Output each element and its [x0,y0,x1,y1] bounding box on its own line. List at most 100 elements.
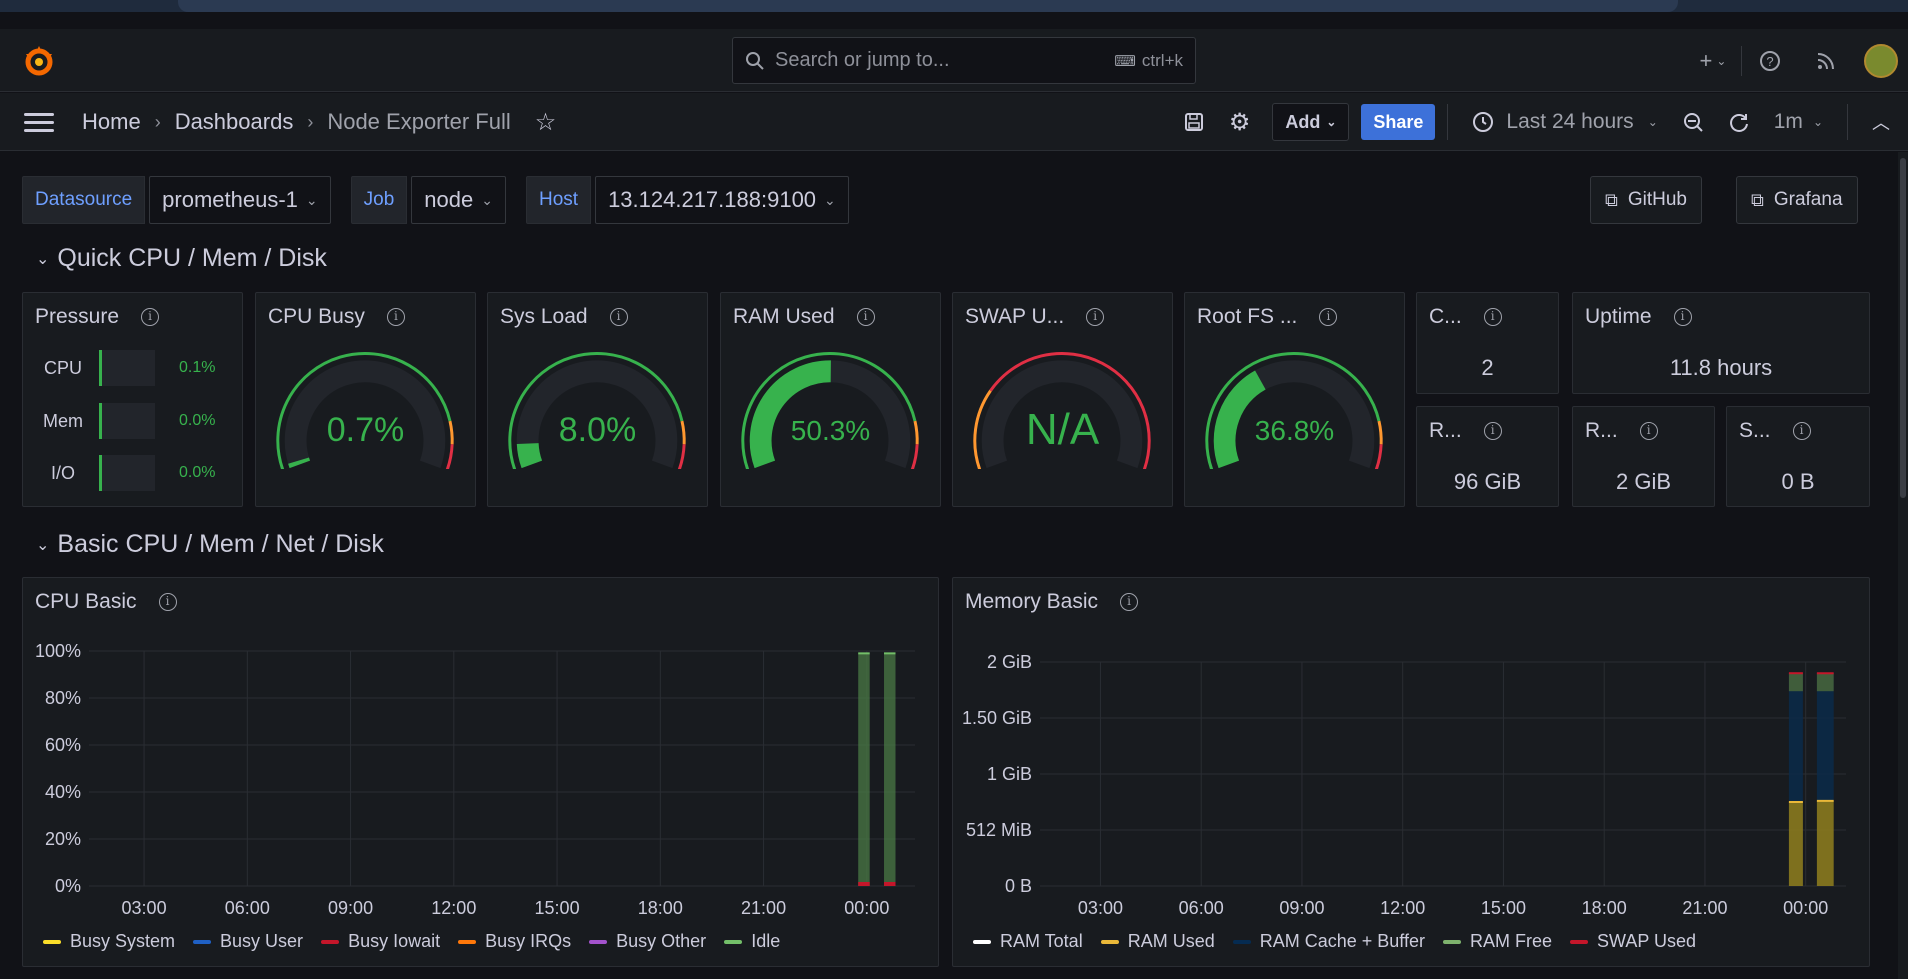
legend-item[interactable]: Busy System [43,931,175,952]
menu-toggle-icon[interactable] [24,113,54,133]
panel-title: R... i [1429,419,1502,443]
search-icon [746,51,764,70]
panel-memory-basic[interactable]: Memory Basic i 2 GiB 1.50 GiB 1 GiB 512 MiB 0… [952,577,1870,967]
row-header-quick[interactable]: ⌄ Quick CPU / Mem / Disk [36,244,327,273]
y-tick-label: 80% [45,688,81,708]
dashboard-content: Datasource prometheus-1 ⌄ Job node ⌄ Host … [0,152,1908,979]
x-tick-label: 00:00 [1783,898,1828,918]
pressure-row: I/O 0.0% [35,455,215,491]
avatar[interactable] [1864,43,1898,78]
legend-item[interactable]: RAM Total [973,931,1083,952]
stat-value: 96 GiB [1453,469,1522,494]
info-icon[interactable]: i [141,308,160,326]
variable-label-host: Host [525,176,592,224]
breadcrumb-home[interactable]: Home [82,109,141,135]
collapse-up-icon[interactable]: ︿ [1860,103,1902,141]
panel-gauge[interactable]: Sys Load i 8.0% [487,292,708,507]
browser-url-bar[interactable] [178,0,1678,12]
clock-icon [1473,112,1494,132]
add-button[interactable]: Add ⌄ [1272,103,1350,141]
github-link-button[interactable]: ⧉ GitHub [1590,176,1702,224]
grafana-logo-icon[interactable] [22,44,56,78]
scrollbar-thumb[interactable] [1900,158,1906,498]
panel-pressure[interactable]: Pressure i CPU 0.1% Mem 0.0% I/O 0.0% [22,292,243,507]
x-tick-label: 03:00 [1078,898,1123,918]
cpu-basic-chart[interactable]: 100% 80% 60% 40% 20% 0% 03:00 06:00 09:00 12:00 15… [23,578,940,968]
info-icon[interactable]: i [609,308,628,326]
legend-item[interactable]: Busy Other [589,931,706,952]
panel-title-text: Uptime [1585,305,1652,328]
chart-legend: RAM Total RAM Used RAM Cache + Buffer RAM F… [973,931,1714,952]
time-range-label: Last 24 hours [1506,110,1634,133]
legend-label: Idle [751,931,781,951]
panel-gauge[interactable]: CPU Busy i 0.7% [255,292,476,507]
variable-select-job[interactable]: node ⌄ [411,176,506,224]
news-rss-icon[interactable] [1798,41,1854,81]
panel-title-text: R... [1585,419,1618,442]
panel-title-text: C... [1429,305,1462,328]
info-icon[interactable]: i [1319,308,1338,326]
panel-gauge[interactable]: Root FS ... i 36.8% [1184,292,1405,507]
help-icon[interactable]: ? [1742,41,1798,81]
legend-swatch [1232,939,1251,944]
pressure-label: Mem [43,410,83,431]
variable-select-host[interactable]: 13.124.217.188:9100 ⌄ [595,176,849,224]
legend-item[interactable]: SWAP Used [1570,931,1696,952]
refresh-interval-picker[interactable]: 1m ⌄ [1762,103,1835,141]
new-plus-icon[interactable]: + ⌄ [1685,41,1741,81]
ram-free-area [1816,673,1834,692]
pressure-bar [99,455,155,491]
zoom-out-icon[interactable] [1670,103,1716,141]
time-range-picker[interactable]: Last 24 hours ⌄ [1460,103,1669,141]
x-tick-label: 18:00 [1582,898,1627,918]
panel-gauge[interactable]: RAM Used i 50.3% [720,292,941,507]
info-icon[interactable]: i [1639,422,1658,440]
scrollbar[interactable] [1898,152,1908,979]
breadcrumb-dashboards[interactable]: Dashboards [175,109,294,135]
github-link-label: GitHub [1627,189,1687,210]
panel-cpu-basic[interactable]: CPU Basic i 100% 80% 60% 40% 20% 0% 03:00 06:00 0… [22,577,939,967]
info-icon[interactable]: i [1483,308,1502,326]
breadcrumb: Home › Dashboards › Node Exporter Full ☆ [82,93,556,151]
y-tick-label: 20% [45,829,81,849]
y-tick-label: 100% [35,641,81,661]
panel-rootfs-total[interactable]: R... i 96 GiB [1416,406,1559,507]
add-button-label: Add [1285,111,1321,132]
chevron-right-icon: › [307,111,314,132]
memory-basic-chart[interactable]: 2 GiB 1.50 GiB 1 GiB 512 MiB 0 B 03:00 06:00 09… [953,578,1871,968]
legend-label: RAM Free [1469,931,1552,951]
save-icon[interactable] [1171,103,1217,141]
star-icon[interactable]: ☆ [535,108,557,137]
legend-item[interactable]: Idle [724,931,780,952]
search-input[interactable]: Search or jump to... ⌨ ctrl+k [732,37,1196,84]
legend-item[interactable]: Busy IRQs [458,931,571,952]
y-tick-label: 0 B [1005,876,1032,896]
panel-gauge[interactable]: SWAP U... i N/A [952,292,1173,507]
info-icon[interactable]: i [1792,422,1811,440]
dashboard-nav-bar: Home › Dashboards › Node Exporter Full ☆… [0,93,1908,151]
refresh-icon[interactable] [1716,103,1762,141]
panel-cpu-cores[interactable]: C... i 2 [1416,292,1559,394]
row-header-basic[interactable]: ⌄ Basic CPU / Mem / Net / Disk [36,530,384,559]
legend-item[interactable]: Busy User [193,931,303,952]
grafana-link-button[interactable]: ⧉ Grafana [1736,176,1858,224]
info-icon[interactable]: i [1673,308,1692,326]
info-icon[interactable]: i [856,308,875,326]
legend-item[interactable]: RAM Cache + Buffer [1232,931,1425,952]
settings-gear-icon[interactable]: ⚙ [1217,103,1263,141]
share-button[interactable]: Share [1361,104,1436,140]
legend-swatch [193,939,212,944]
info-icon[interactable]: i [1483,422,1502,440]
cache-buffer-area [1788,673,1803,802]
panel-title-text: Pressure [35,305,120,328]
legend-item[interactable]: RAM Free [1442,931,1552,952]
legend-item[interactable]: Busy Iowait [321,931,440,952]
variable-select-datasource[interactable]: prometheus-1 ⌄ [149,176,331,224]
gauge-fill [288,457,311,469]
panel-swap-total[interactable]: S... i 0 B [1726,406,1870,507]
panel-uptime[interactable]: Uptime i 11.8 hours [1572,292,1870,394]
info-icon[interactable]: i [386,308,405,326]
legend-item[interactable]: RAM Used [1100,931,1215,952]
panel-ram-total[interactable]: R... i 2 GiB [1572,406,1715,507]
info-icon[interactable]: i [1086,308,1105,326]
